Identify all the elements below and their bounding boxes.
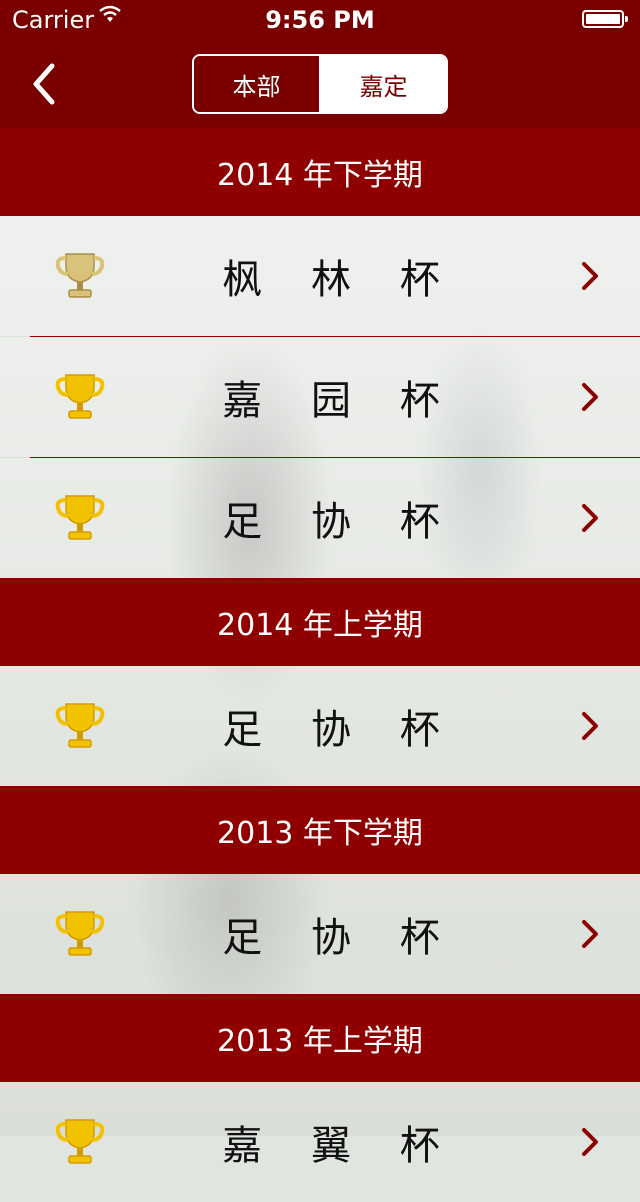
cup-row[interactable]: 枫 林 杯 bbox=[0, 216, 640, 336]
cup-name: 足 协 杯 bbox=[222, 707, 458, 753]
section-header: 2014 年上学期 bbox=[0, 578, 640, 666]
cup-row[interactable]: 嘉 翼 杯 bbox=[0, 1082, 640, 1202]
segment-jiading[interactable]: 嘉定 bbox=[321, 56, 446, 112]
section-header: 2014 年下学期 bbox=[0, 128, 640, 216]
section-header: 2013 年下学期 bbox=[0, 786, 640, 874]
chevron-right-icon bbox=[580, 502, 600, 534]
cup-name: 足 协 杯 bbox=[222, 915, 458, 961]
cup-name: 嘉 园 杯 bbox=[222, 378, 458, 424]
back-button[interactable] bbox=[24, 60, 68, 108]
cup-name: 足 协 杯 bbox=[222, 499, 458, 545]
segment-benbu[interactable]: 本部 bbox=[194, 56, 321, 112]
status-time: 9:56 PM bbox=[265, 6, 375, 34]
chevron-right-icon bbox=[580, 260, 600, 292]
status-bar: Carrier 9:56 PM bbox=[0, 0, 640, 40]
cup-list: 2014 年下学期 枫 林 杯 嘉 园 杯 足 协 杯 2014 年上学期 足 … bbox=[0, 128, 640, 1202]
chevron-right-icon bbox=[580, 381, 600, 413]
cup-row[interactable]: 足 协 杯 bbox=[0, 666, 640, 786]
navigation-bar: 本部 嘉定 bbox=[0, 40, 640, 128]
cup-name: 嘉 翼 杯 bbox=[222, 1123, 458, 1169]
cup-row[interactable]: 嘉 园 杯 bbox=[0, 337, 640, 457]
chevron-right-icon bbox=[580, 710, 600, 742]
cup-row[interactable]: 足 协 杯 bbox=[0, 874, 640, 994]
chevron-right-icon bbox=[580, 1126, 600, 1158]
chevron-left-icon bbox=[33, 63, 55, 105]
cup-row[interactable]: 足 协 杯 bbox=[0, 458, 640, 578]
chevron-right-icon bbox=[580, 918, 600, 950]
battery-icon bbox=[582, 10, 628, 28]
cup-name: 枫 林 杯 bbox=[222, 257, 458, 303]
section-header: 2013 年上学期 bbox=[0, 994, 640, 1082]
campus-segmented-control[interactable]: 本部 嘉定 bbox=[192, 54, 448, 114]
